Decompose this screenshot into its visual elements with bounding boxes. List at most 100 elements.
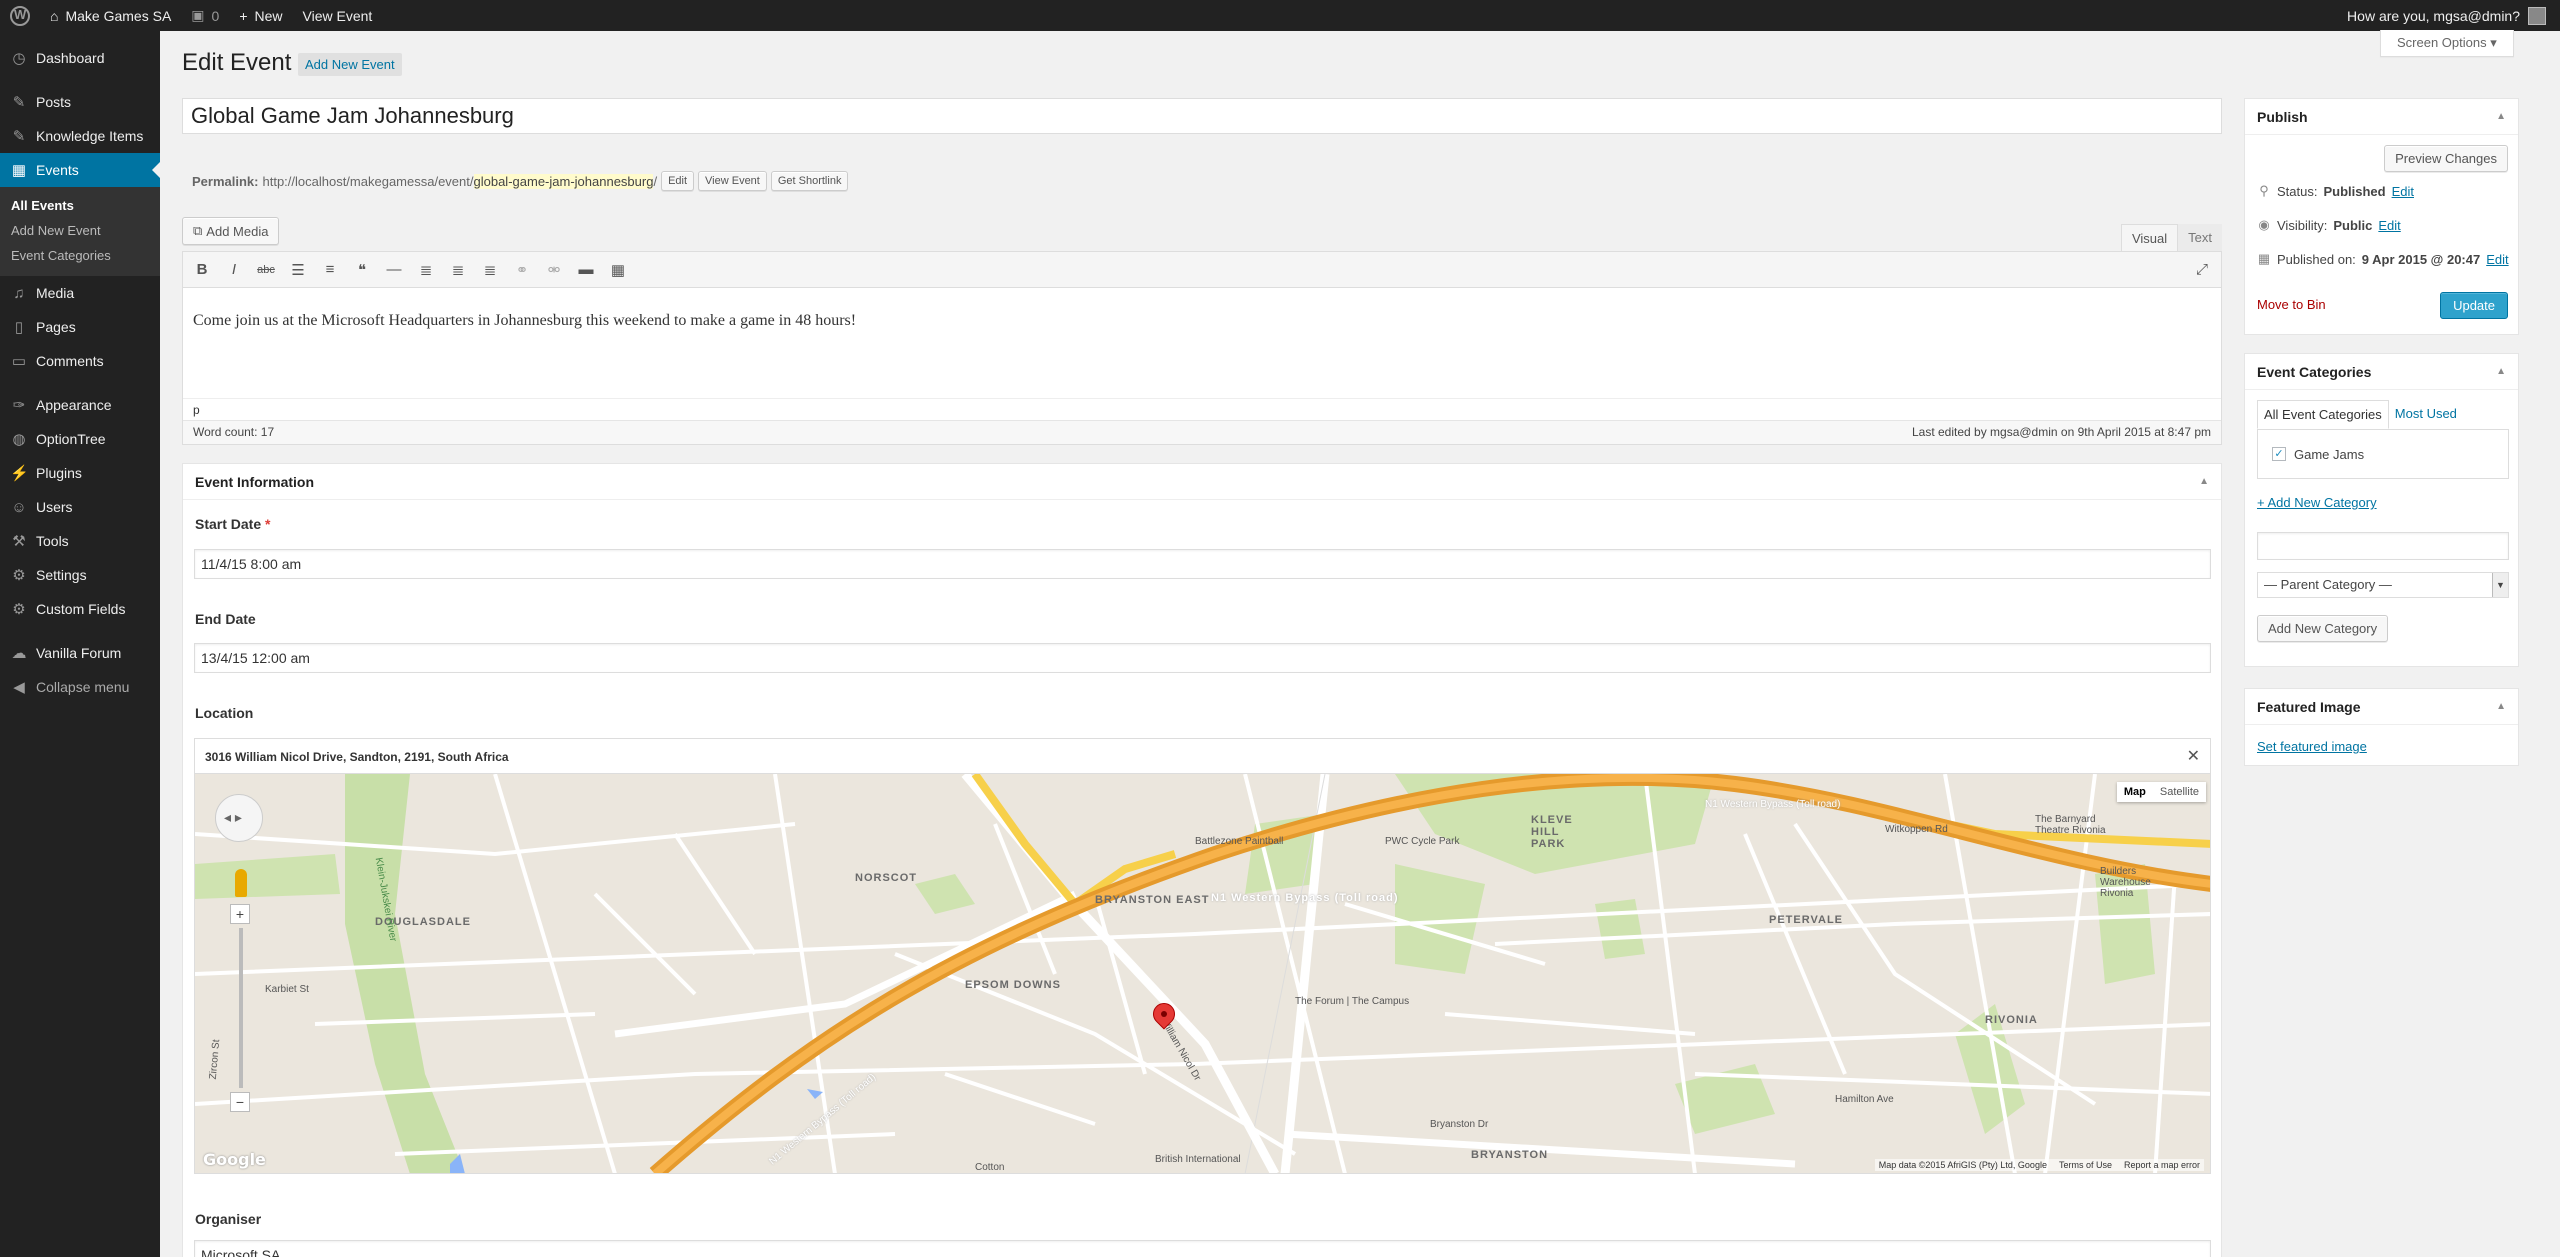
add-new-event-button[interactable]: Add New Event: [298, 53, 402, 76]
bullet-list-icon[interactable]: ☰: [289, 261, 307, 279]
collapse-arrow-icon[interactable]: ▲: [2199, 476, 2209, 487]
status-value: Published: [2323, 183, 2386, 199]
new-category-name-input[interactable]: [2257, 532, 2509, 560]
move-to-bin-link[interactable]: Move to Bin: [2257, 297, 2326, 312]
end-date-input[interactable]: 13/4/15 12:00 am: [194, 643, 2211, 673]
add-new-category-button[interactable]: Add New Category: [2257, 615, 2389, 642]
checkbox-game-jams[interactable]: ✓: [2272, 447, 2286, 461]
editor-content[interactable]: Come join us at the Microsoft Headquarte…: [183, 288, 2221, 398]
status-row: ⚲ Status: Published Edit: [2257, 183, 2414, 199]
collapse-menu-button[interactable]: ◀ Collapse menu: [0, 670, 160, 704]
bold-icon[interactable]: B: [193, 261, 211, 278]
comments-link[interactable]: ▣ 0: [181, 0, 229, 31]
permalink-slug[interactable]: global-game-jam-johannesburg: [473, 173, 654, 189]
edit-visibility-link[interactable]: Edit: [2378, 218, 2400, 233]
map-label-epsom-downs: EPSOM DOWNS: [965, 979, 1061, 991]
menu-appearance[interactable]: ✑ Appearance: [0, 388, 160, 422]
zoom-slider[interactable]: [239, 928, 243, 1088]
menu-dashboard[interactable]: ◷ Dashboard: [0, 41, 160, 75]
location-search-input[interactable]: 3016 William Nicol Drive, Sandton, 2191,…: [194, 738, 2211, 774]
collapse-arrow-icon[interactable]: ▲: [2496, 701, 2506, 712]
read-more-icon[interactable]: ▬: [577, 261, 595, 278]
menu-settings[interactable]: ⚙ Settings: [0, 558, 160, 592]
align-right-icon[interactable]: ≣: [481, 261, 499, 279]
numbered-list-icon[interactable]: ≡: [321, 261, 339, 278]
align-left-icon[interactable]: ≣: [417, 261, 435, 279]
align-center-icon[interactable]: ≣: [449, 261, 467, 279]
menu-knowledge-items[interactable]: ✎ Knowledge Items: [0, 119, 160, 153]
menu-users[interactable]: ☺ Users: [0, 490, 160, 524]
edit-permalink-button[interactable]: Edit: [661, 171, 695, 191]
preview-changes-button[interactable]: Preview Changes: [2384, 145, 2508, 172]
menu-tools[interactable]: ⚒ Tools: [0, 524, 160, 558]
parent-category-select[interactable]: — Parent Category — ▼: [2257, 572, 2509, 598]
edit-date-link[interactable]: Edit: [2486, 252, 2508, 267]
menu-pages[interactable]: ▯ Pages: [0, 310, 160, 344]
home-icon: ⌂: [50, 7, 59, 24]
status-label: Status:: [2277, 183, 2318, 199]
tab-text[interactable]: Text: [2178, 224, 2222, 252]
map-type-map-button[interactable]: Map: [2117, 782, 2153, 802]
map-terms-link[interactable]: Terms of Use: [2059, 1160, 2112, 1170]
publish-header[interactable]: Publish ▲: [2245, 99, 2518, 135]
my-account[interactable]: How are you, mgsa@dmin?: [2347, 6, 2560, 25]
add-media-button[interactable]: ⧉ Add Media: [182, 217, 280, 245]
menu-events-label: Events: [36, 162, 79, 178]
street-view-pegman-icon[interactable]: [235, 869, 247, 897]
new-content-button[interactable]: + New: [229, 0, 292, 31]
collapse-arrow-icon[interactable]: ▲: [2496, 111, 2506, 122]
comment-icon: ▭: [11, 353, 27, 370]
close-icon[interactable]: ✕: [2187, 746, 2200, 766]
tab-most-used[interactable]: Most Used: [2389, 400, 2463, 429]
horizontal-rule-icon[interactable]: —: [385, 261, 403, 278]
zoom-out-icon[interactable]: −: [230, 1092, 250, 1112]
organiser-input[interactable]: Microsoft SA: [194, 1240, 2211, 1257]
site-name-link[interactable]: ⌂ Make Games SA: [40, 0, 181, 31]
toolbar-toggle-icon[interactable]: ▦: [609, 261, 627, 279]
add-new-category-link[interactable]: + Add New Category: [2257, 495, 2377, 510]
pan-control-icon[interactable]: [215, 794, 263, 842]
view-event-link[interactable]: View Event: [293, 0, 383, 31]
link-icon[interactable]: ⚭: [513, 261, 531, 279]
location-map[interactable]: N1 Western Bypass (Toll road) N1 Western…: [194, 774, 2211, 1174]
update-button[interactable]: Update: [2440, 292, 2508, 319]
start-date-input[interactable]: 11/4/15 8:00 am: [194, 549, 2211, 579]
menu-comments[interactable]: ▭ Comments: [0, 344, 160, 378]
submenu-all-events[interactable]: All Events: [0, 193, 160, 218]
strikethrough-icon[interactable]: abc: [257, 264, 275, 276]
menu-posts[interactable]: ✎ Posts: [0, 85, 160, 119]
tab-all-event-categories[interactable]: All Event Categories: [2257, 400, 2389, 429]
fullscreen-icon[interactable]: ⤢: [2193, 261, 2211, 278]
map-report-error-link[interactable]: Report a map error: [2124, 1160, 2200, 1170]
event-information-header[interactable]: Event Information ▲: [183, 464, 2221, 500]
view-event-button[interactable]: View Event: [698, 171, 767, 191]
event-categories-header[interactable]: Event Categories ▲: [2245, 354, 2518, 390]
menu-media[interactable]: ♫ Media: [0, 276, 160, 310]
menu-optiontree[interactable]: ◍ OptionTree: [0, 422, 160, 456]
menu-settings-label: Settings: [36, 567, 87, 583]
published-value: 9 Apr 2015 @ 20:47: [2361, 251, 2481, 267]
featured-image-header[interactable]: Featured Image ▲: [2245, 689, 2518, 725]
menu-custom-fields[interactable]: ⚙ Custom Fields: [0, 592, 160, 626]
submenu-event-categories[interactable]: Event Categories: [0, 243, 160, 268]
italic-icon[interactable]: I: [225, 261, 243, 278]
get-shortlink-button[interactable]: Get Shortlink: [770, 171, 849, 191]
page-scrollbar[interactable]: [2546, 31, 2560, 1257]
menu-plugins[interactable]: ⚡ Plugins: [0, 456, 160, 490]
map-type-satellite-button[interactable]: Satellite: [2153, 782, 2206, 802]
unlink-icon[interactable]: ⚮: [545, 261, 563, 279]
menu-vanilla-forum[interactable]: ☁ Vanilla Forum: [0, 636, 160, 670]
collapse-arrow-icon[interactable]: ▲: [2496, 366, 2506, 377]
edit-status-link[interactable]: Edit: [2392, 184, 2414, 199]
submenu-add-new-event[interactable]: Add New Event: [0, 218, 160, 243]
required-marker: *: [265, 516, 271, 532]
set-featured-image-link[interactable]: Set featured image: [2257, 739, 2367, 754]
screen-options-button[interactable]: Screen Options ▾: [2380, 30, 2514, 57]
tab-visual[interactable]: Visual: [2120, 224, 2179, 252]
media-icon: ⧉: [193, 223, 203, 238]
post-title-input[interactable]: Global Game Jam Johannesburg: [182, 98, 2222, 134]
wordpress-logo-button[interactable]: [0, 0, 40, 31]
menu-events[interactable]: ▦ Events: [0, 153, 160, 187]
blockquote-icon[interactable]: ❝: [353, 261, 371, 279]
zoom-in-icon[interactable]: +: [230, 904, 250, 924]
